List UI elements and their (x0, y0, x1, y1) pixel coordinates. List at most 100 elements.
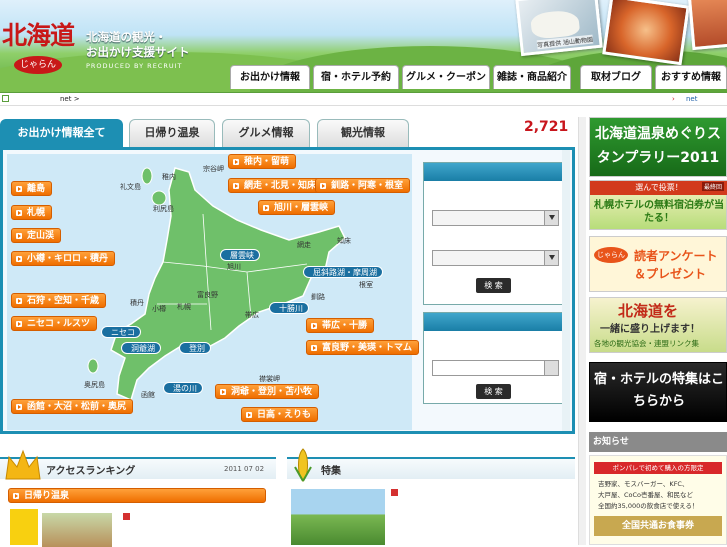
hokkaido-text: 北海道を (618, 302, 679, 320)
search-button[interactable]: 検 索 (476, 278, 511, 293)
pin-niseko[interactable]: ニセコ (101, 326, 141, 338)
jalan-logo: じゃらん (14, 56, 62, 74)
area-toya-button[interactable]: 洞爺・登別・苫小牧 (215, 384, 320, 399)
final-badge: 最終回 (701, 182, 724, 191)
nav-magazine[interactable]: 雑誌・商品紹介 (493, 65, 571, 89)
news-title: お知らせ (589, 432, 727, 452)
map-label: 根室 (359, 281, 373, 289)
nav-gourmet[interactable]: グルメ・クーポン (402, 65, 490, 89)
map-label: 帯広 (245, 311, 259, 319)
map-label: 稚内 (162, 173, 176, 181)
area-select[interactable] (432, 210, 559, 226)
together-text: 一緒に盛り上げます！ (600, 324, 700, 335)
keyword-input[interactable] (432, 360, 559, 376)
breadcrumb-link[interactable]: net > (60, 93, 80, 105)
area-obihiro-button[interactable]: 帯広・十勝 (306, 318, 375, 333)
stamp-rally-text: 北海道温泉めぐりスタンプラリー2011 (595, 126, 721, 166)
rebun-island (141, 167, 153, 185)
map-label: 奥尻島 (84, 381, 105, 389)
map-label: 旭川 (227, 263, 241, 271)
area-remote-islands-button[interactable]: 離島 (11, 181, 53, 196)
area-wakkanai-button[interactable]: 稚内・留萌 (228, 154, 297, 169)
result-count: 2,721 (524, 119, 569, 135)
map-panel-edge (562, 150, 570, 431)
link-banner[interactable]: 北海道を 一緒に盛り上げます！ 各地の観光協会・連盟リンク集 (589, 297, 727, 353)
ranking-date: 2011 07 02 (224, 465, 265, 473)
map-label: 函館 (141, 391, 155, 399)
pin-toyako[interactable]: 洞爺湖 (121, 342, 161, 354)
tab-sightseeing[interactable]: 観光情報 (317, 119, 409, 147)
corn-icon (294, 448, 312, 482)
pin-sounkyo[interactable]: 層雲峡 (220, 249, 260, 261)
tab-gourmet[interactable]: グルメ情報 (222, 119, 310, 147)
vote-text: 札幌ホテルの無料宿泊券が当たる！ (594, 200, 724, 224)
nav-hotel[interactable]: 宿・ホテル予約 (313, 65, 399, 89)
pin-kussharo[interactable]: 屈斜路湖・摩周湖 (303, 266, 383, 278)
rishiri-island (151, 190, 167, 206)
chevron-down-icon (549, 215, 555, 220)
news-line: ポンパレで初めて購入の方限定 (594, 462, 722, 474)
map-sea: 宗谷岬 稚内 礼文島 利尻島 知床 網走 根室 釧路 旭川 富良野 帯広 積丹 … (7, 154, 412, 430)
area-hidaka-button[interactable]: 日高・えりも (241, 407, 319, 422)
divider (578, 117, 586, 545)
ranking-onsen-item[interactable]: 日帰り温泉 (8, 488, 266, 503)
nav-recommend[interactable]: おすすめ情報 (655, 65, 727, 89)
area-otaru-button[interactable]: 小樽・キロロ・積丹 (11, 251, 116, 266)
feature-section: 特集 (287, 448, 575, 545)
tab-day-onsen[interactable]: 日帰り温泉 (129, 119, 215, 147)
nav-blog[interactable]: 取材ブログ (580, 65, 652, 89)
access-ranking: アクセスランキング 2011 07 02 日帰り温泉 (0, 449, 282, 547)
area-ishikari-button[interactable]: 石狩・空知・千歳 (11, 293, 107, 308)
hotel-feature-banner[interactable]: 宿・ホテルの特集はこちらから (589, 362, 727, 422)
news-line: 全国約35,000の飲食店で使える！ (598, 502, 699, 510)
feature-title: 特集 (321, 466, 341, 477)
keyword-search-button[interactable]: 検 索 (476, 384, 511, 399)
home-icon[interactable] (2, 95, 9, 102)
bear-shape (529, 8, 581, 40)
area-map-panel: 宗谷岬 稚内 礼文島 利尻島 知床 網走 根室 釧路 旭川 富良野 帯広 積丹 … (0, 147, 575, 434)
okushiri-island (87, 358, 99, 374)
map-label: 小樽 (152, 305, 166, 313)
breadcrumb-right-link[interactable]: net (686, 93, 698, 105)
map-label: 積丹 (130, 299, 144, 307)
area-hakodate-button[interactable]: 函館・大沼・松前・奥尻 (11, 399, 134, 414)
map-label: 富良野 (197, 291, 218, 299)
map-label: 礼文島 (120, 183, 141, 191)
breadcrumb: net > › net (0, 92, 727, 106)
feature-thumbnail[interactable] (291, 489, 385, 545)
area-sapporo-button[interactable]: 札幌 (11, 205, 53, 220)
area-furano-button[interactable]: 富良野・美瑛・トマム (306, 340, 420, 355)
site-logo[interactable]: 北海道 じゃらん (2, 14, 75, 80)
tab-all-outing[interactable]: お出かけ情報全て (0, 119, 123, 148)
search-box-2: 検 索 (423, 312, 569, 404)
polar-bear-photo: 写真提供 旭山動物園 (515, 0, 603, 57)
search-box-header (424, 163, 568, 181)
item-bullet-icon (391, 489, 398, 496)
chevron-right-icon: › (672, 95, 675, 103)
pin-yunokawa[interactable]: 湯の川 (163, 382, 203, 394)
news-line: 全国共通お食事券 (594, 516, 722, 536)
map-label: 網走 (297, 241, 311, 249)
logo-text: 北海道 (2, 21, 75, 50)
genre-select[interactable] (432, 250, 559, 266)
tagline-line: お出かけ支援サイト (86, 45, 190, 59)
news-banner[interactable]: ポンパレで初めて購入の方限定 吉野家、モスバーガー、KFC、 大戸屋、CoCo壱… (589, 455, 727, 545)
survey-banner[interactable]: じゃらん 読者アンケート＆プレゼント (589, 236, 727, 292)
area-niseko-button[interactable]: ニセコ・ルスツ (11, 316, 98, 331)
area-jozankei-button[interactable]: 定山渓 (11, 228, 62, 243)
ranking-thumbnail[interactable] (42, 513, 112, 547)
pin-tokachigawa[interactable]: 十勝川 (269, 302, 309, 314)
map-label: 札幌 (177, 303, 191, 311)
news-line: 大戸屋、CoCo壱番屋、和民など (598, 491, 694, 499)
food-photo (687, 0, 727, 51)
nav-outing[interactable]: お出かけ情報 (230, 65, 310, 89)
stamp-rally-banner[interactable]: 北海道温泉めぐりスタンプラリー2011 (589, 117, 727, 177)
area-abashiri-button[interactable]: 網走・北見・知床 (228, 178, 324, 193)
area-asahikawa-button[interactable]: 旭川・層雲峡 (258, 200, 336, 215)
hotel-vote-banner[interactable]: 選んで投票！ 最終回 札幌ホテルの無料宿泊券が当たる！ (589, 180, 727, 230)
area-kushiro-button[interactable]: 釧路・阿寒・根室 (315, 178, 411, 193)
item-bullet-icon (123, 513, 130, 520)
map-label: 利尻島 (153, 205, 174, 213)
pin-noboribetsu[interactable]: 登別 (179, 342, 211, 354)
map-label: 宗谷岬 (203, 165, 224, 173)
